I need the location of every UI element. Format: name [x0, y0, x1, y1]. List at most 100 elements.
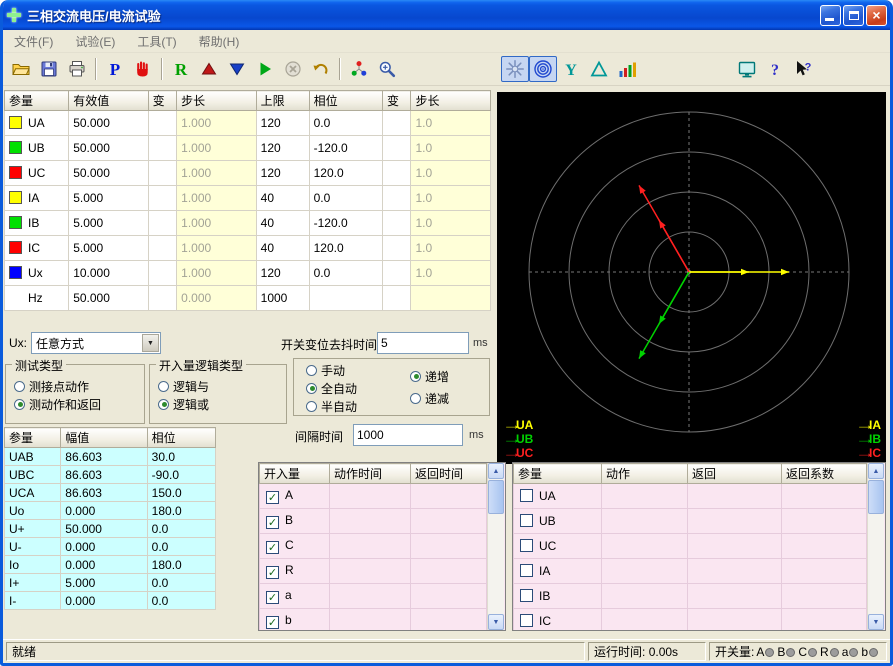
- step-cell[interactable]: 1.000: [177, 161, 256, 186]
- interval-input[interactable]: [353, 424, 463, 446]
- limit-cell[interactable]: 40: [256, 211, 309, 236]
- vary-cell[interactable]: [382, 236, 411, 261]
- mode-option-1[interactable]: 全自动: [298, 379, 357, 397]
- step-cell[interactable]: 1.0: [411, 111, 491, 136]
- debounce-input[interactable]: [377, 332, 469, 354]
- value-cell[interactable]: 5.000: [69, 236, 148, 261]
- raise-icon[interactable]: [195, 56, 223, 82]
- phase-sequence-icon[interactable]: [345, 56, 373, 82]
- logic-option-0[interactable]: 逻辑与: [150, 377, 286, 395]
- value-cell[interactable]: 5.000: [69, 186, 148, 211]
- minimize-button[interactable]: [820, 5, 841, 26]
- vary-cell[interactable]: [148, 136, 177, 161]
- rays-icon[interactable]: [501, 56, 529, 82]
- vary-cell[interactable]: [148, 186, 177, 211]
- scroll-up-icon[interactable]: ▲: [488, 463, 504, 479]
- limit-cell[interactable]: 120: [256, 161, 309, 186]
- input-table-scrollbar[interactable]: ▲ ▼: [487, 463, 504, 630]
- value-cell[interactable]: 5.000: [69, 211, 148, 236]
- value-cell[interactable]: 50.000: [69, 111, 148, 136]
- step-cell[interactable]: 1.000: [177, 211, 256, 236]
- letter-y-icon[interactable]: Y: [557, 56, 585, 82]
- limit-cell[interactable]: 120: [256, 261, 309, 286]
- step-cell[interactable]: 1.0: [411, 261, 491, 286]
- lower-icon[interactable]: [223, 56, 251, 82]
- mode-option-2[interactable]: 半自动: [298, 397, 357, 415]
- menu-test[interactable]: 试验(E): [64, 30, 126, 53]
- switch-input-checkbox-R[interactable]: ✓: [266, 566, 279, 579]
- switch-input-checkbox-b[interactable]: ✓: [266, 616, 279, 629]
- menu-file[interactable]: 文件(F): [3, 30, 64, 53]
- step-cell[interactable]: 0.000: [177, 286, 256, 311]
- harmonics-icon[interactable]: [613, 56, 641, 82]
- scroll-up-icon[interactable]: ▲: [868, 463, 884, 479]
- vary-cell[interactable]: [148, 236, 177, 261]
- vary-cell[interactable]: [382, 161, 411, 186]
- vary-cell[interactable]: [382, 136, 411, 161]
- maximize-button[interactable]: [843, 5, 864, 26]
- hand-icon[interactable]: [129, 56, 157, 82]
- result-table-scrollbar[interactable]: ▲ ▼: [867, 463, 884, 630]
- value-cell[interactable]: 50.000: [69, 286, 148, 311]
- phase-cell[interactable]: 0.0: [309, 186, 382, 211]
- start-icon[interactable]: [251, 56, 279, 82]
- step-cell[interactable]: 1.000: [177, 236, 256, 261]
- letter-r-icon[interactable]: R: [167, 56, 195, 82]
- phase-cell[interactable]: -120.0: [309, 136, 382, 161]
- switch-input-checkbox-C[interactable]: ✓: [266, 541, 279, 554]
- vary-cell[interactable]: [148, 111, 177, 136]
- direction-option-1[interactable]: 递减: [402, 389, 449, 407]
- result-checkbox-IC[interactable]: [520, 614, 533, 627]
- result-checkbox-IA[interactable]: [520, 564, 533, 577]
- value-cell[interactable]: 10.000: [69, 261, 148, 286]
- scroll-down-icon[interactable]: ▼: [868, 614, 884, 630]
- menu-tools[interactable]: 工具(T): [126, 30, 187, 53]
- logic-option-1[interactable]: 逻辑或: [150, 395, 286, 413]
- vary-cell[interactable]: [148, 286, 177, 311]
- step-cell[interactable]: 1.0: [411, 161, 491, 186]
- phase-cell[interactable]: [309, 286, 382, 311]
- step-cell[interactable]: [411, 286, 491, 311]
- vary-cell[interactable]: [148, 211, 177, 236]
- letter-p-icon[interactable]: P: [101, 56, 129, 82]
- switch-input-checkbox-a[interactable]: ✓: [266, 591, 279, 604]
- switch-input-checkbox-B[interactable]: ✓: [266, 516, 279, 529]
- vary-cell[interactable]: [148, 261, 177, 286]
- switch-input-checkbox-A[interactable]: ✓: [266, 491, 279, 504]
- delta-icon[interactable]: [585, 56, 613, 82]
- vary-cell[interactable]: [148, 161, 177, 186]
- target-icon[interactable]: [529, 56, 557, 82]
- vary-cell[interactable]: [382, 211, 411, 236]
- scroll-thumb[interactable]: [868, 480, 884, 514]
- limit-cell[interactable]: 40: [256, 186, 309, 211]
- scroll-thumb[interactable]: [488, 480, 504, 514]
- step-cell[interactable]: 1.0: [411, 211, 491, 236]
- zoom-icon[interactable]: [373, 56, 401, 82]
- phase-cell[interactable]: 0.0: [309, 261, 382, 286]
- limit-cell[interactable]: 40: [256, 236, 309, 261]
- step-cell[interactable]: 1.0: [411, 136, 491, 161]
- limit-cell[interactable]: 120: [256, 136, 309, 161]
- print-icon[interactable]: [63, 56, 91, 82]
- scroll-down-icon[interactable]: ▼: [488, 614, 504, 630]
- result-checkbox-IB[interactable]: [520, 589, 533, 602]
- direction-option-0[interactable]: 递增: [402, 367, 449, 385]
- mode-option-0[interactable]: 手动: [298, 361, 357, 379]
- phase-cell[interactable]: 0.0: [309, 111, 382, 136]
- step-cell[interactable]: 1.000: [177, 261, 256, 286]
- undo-icon[interactable]: [307, 56, 335, 82]
- context-help-icon[interactable]: ?: [789, 56, 817, 82]
- save-icon[interactable]: [35, 56, 63, 82]
- result-checkbox-UA[interactable]: [520, 489, 533, 502]
- step-cell[interactable]: 1.0: [411, 186, 491, 211]
- phase-cell[interactable]: -120.0: [309, 211, 382, 236]
- result-checkbox-UC[interactable]: [520, 539, 533, 552]
- step-cell[interactable]: 1.000: [177, 186, 256, 211]
- vary-cell[interactable]: [382, 286, 411, 311]
- step-cell[interactable]: 1.000: [177, 111, 256, 136]
- vary-cell[interactable]: [382, 111, 411, 136]
- step-cell[interactable]: 1.000: [177, 136, 256, 161]
- value-cell[interactable]: 50.000: [69, 161, 148, 186]
- menu-help[interactable]: 帮助(H): [188, 30, 251, 53]
- vary-cell[interactable]: [382, 186, 411, 211]
